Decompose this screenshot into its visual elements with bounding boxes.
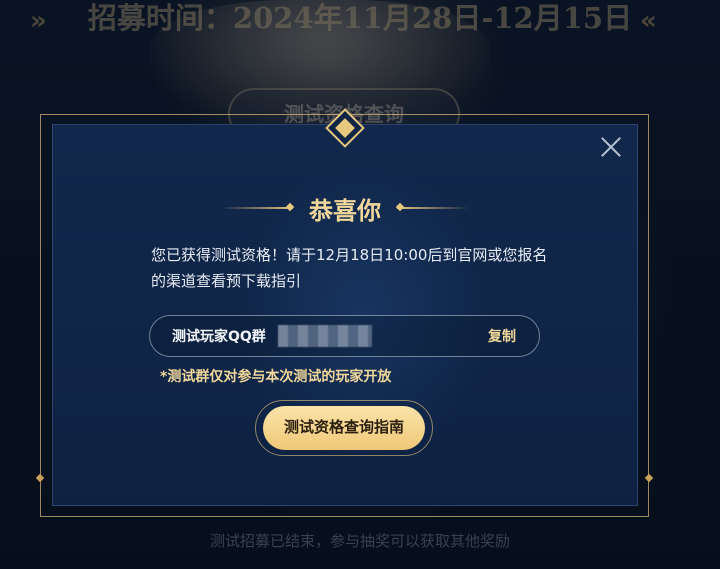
- modal-title-bar: 恭喜你: [200, 190, 490, 226]
- title-ornament-right: [397, 207, 469, 209]
- qq-group-note: *测试群仅对参与本次测试的玩家开放: [160, 369, 392, 385]
- modal-title: 恭喜你: [309, 195, 381, 225]
- qualification-message: 您已获得测试资格！请于12月18日10:00后到官网或您报名的渠道查看预下载指引: [151, 246, 548, 290]
- copy-button[interactable]: 复制: [488, 326, 516, 346]
- close-icon[interactable]: [598, 134, 624, 160]
- title-ornament-left: [221, 207, 293, 209]
- qq-group-label: 测试玩家QQ群: [172, 329, 266, 345]
- query-guide-button[interactable]: 测试资格查询指南: [263, 406, 425, 450]
- qq-group-field: 测试玩家QQ群 复制: [149, 315, 540, 357]
- qq-group-number-redacted: [278, 325, 372, 347]
